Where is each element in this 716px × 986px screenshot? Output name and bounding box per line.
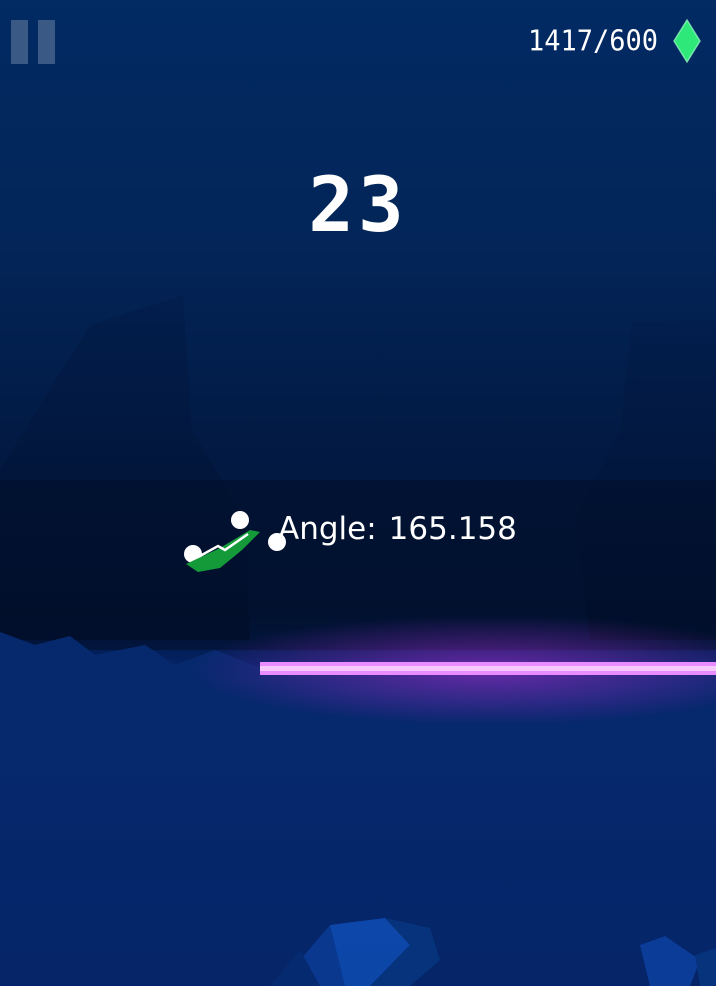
player-orb-top — [231, 511, 249, 529]
angle-value: 165.158 — [388, 511, 517, 547]
gem-counter: 1417/600 — [528, 12, 702, 70]
gem-count: 1417/600 — [527, 24, 658, 58]
diamond-gem-icon — [673, 18, 701, 64]
pause-bar-right — [38, 20, 55, 64]
score-counter: 23 — [308, 160, 408, 249]
pause-button[interactable] — [11, 20, 56, 64]
game-canvas[interactable]: 1417/600 23 Angle: 165.158 — [0, 0, 716, 986]
angle-label: Angle: — [278, 511, 377, 547]
angle-readout: Angle: 165.158 — [278, 511, 517, 547]
pause-bar-left — [11, 20, 28, 64]
player-glider — [184, 511, 286, 572]
background-scenery — [0, 295, 716, 986]
